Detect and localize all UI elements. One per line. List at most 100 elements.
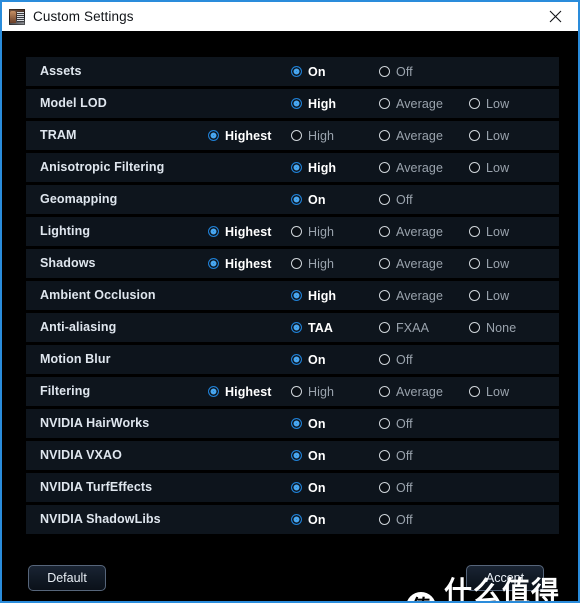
radio-option-label: Low <box>486 160 510 175</box>
radio-option[interactable]: On <box>291 409 326 438</box>
setting-row: NVIDIA TurfEffects On Off <box>26 473 559 502</box>
radio-option[interactable]: Average <box>379 249 443 278</box>
radio-option[interactable]: Low <box>469 121 509 150</box>
radio-unselected-icon <box>379 258 390 269</box>
radio-option[interactable]: Off <box>379 57 413 86</box>
setting-label: NVIDIA HairWorks <box>40 416 150 430</box>
radio-option[interactable]: Highest <box>208 377 272 406</box>
radio-option-label: FXAA <box>396 320 430 335</box>
radio-option[interactable]: High <box>291 377 334 406</box>
radio-option[interactable]: Highest <box>208 121 272 150</box>
setting-row: Model LOD High Average Low <box>26 89 559 118</box>
radio-selected-icon <box>291 66 302 77</box>
radio-unselected-icon <box>291 226 302 237</box>
radio-option[interactable]: Off <box>379 473 413 502</box>
radio-option[interactable]: High <box>291 281 336 310</box>
radio-option[interactable]: FXAA <box>379 313 429 342</box>
radio-option-label: Off <box>396 64 413 79</box>
radio-option-label: High <box>308 160 337 175</box>
radio-option[interactable]: Off <box>379 185 413 214</box>
radio-option[interactable]: High <box>291 89 336 118</box>
radio-option-label: Low <box>486 288 510 303</box>
radio-unselected-icon <box>379 386 390 397</box>
radio-selected-icon <box>208 226 219 237</box>
radio-option-label: Average <box>396 160 444 175</box>
radio-unselected-icon <box>379 194 390 205</box>
radio-selected-icon <box>291 162 302 173</box>
radio-option[interactable]: Low <box>469 281 509 310</box>
radio-option-label: On <box>308 448 326 463</box>
custom-settings-window: Custom Settings Assets On Off Model LOD High… <box>0 0 580 603</box>
radio-option-label: Off <box>396 192 413 207</box>
close-button[interactable] <box>532 2 578 31</box>
radio-option[interactable]: Off <box>379 441 413 470</box>
radio-option[interactable]: Highest <box>208 217 272 246</box>
radio-option[interactable]: High <box>291 249 334 278</box>
radio-option-label: Highest <box>225 224 272 239</box>
footer-bar: Default Accept <box>2 565 578 601</box>
radio-selected-icon <box>208 258 219 269</box>
radio-option[interactable]: Average <box>379 121 443 150</box>
radio-unselected-icon <box>469 98 480 109</box>
radio-option[interactable]: Off <box>379 505 413 534</box>
radio-option-label: Average <box>396 224 444 239</box>
radio-option[interactable]: Low <box>469 89 509 118</box>
setting-row: Lighting Highest High Average Low <box>26 217 559 246</box>
setting-row: Filtering Highest High Average Low <box>26 377 559 406</box>
radio-option-label: Off <box>396 416 413 431</box>
radio-option[interactable]: Low <box>469 377 509 406</box>
setting-row: Shadows Highest High Average Low <box>26 249 559 278</box>
radio-option-label: Low <box>486 256 510 271</box>
setting-label: NVIDIA ShadowLibs <box>40 512 161 526</box>
radio-option-label: Average <box>396 288 444 303</box>
setting-row: Motion Blur On Off <box>26 345 559 374</box>
radio-unselected-icon <box>379 482 390 493</box>
radio-option[interactable]: Off <box>379 345 413 374</box>
radio-option-label: Average <box>396 256 444 271</box>
radio-option-label: Highest <box>225 256 272 271</box>
radio-option[interactable]: High <box>291 153 336 182</box>
setting-label: Anisotropic Filtering <box>40 160 165 174</box>
radio-option-label: High <box>308 256 335 271</box>
setting-row: NVIDIA VXAO On Off <box>26 441 559 470</box>
radio-option[interactable]: Low <box>469 153 509 182</box>
accept-button[interactable]: Accept <box>466 565 544 591</box>
radio-selected-icon <box>291 98 302 109</box>
radio-unselected-icon <box>291 258 302 269</box>
radio-option[interactable]: Low <box>469 217 509 246</box>
radio-option[interactable]: On <box>291 441 326 470</box>
radio-option-label: Off <box>396 448 413 463</box>
radio-option[interactable]: Off <box>379 409 413 438</box>
radio-option[interactable]: Average <box>379 281 443 310</box>
radio-option[interactable]: Average <box>379 217 443 246</box>
radio-option[interactable]: Highest <box>208 249 272 278</box>
settings-panel: Assets On Off Model LOD High Average Low TRAM Hi… <box>2 31 578 601</box>
radio-selected-icon <box>291 514 302 525</box>
default-button[interactable]: Default <box>28 565 106 591</box>
radio-unselected-icon <box>379 66 390 77</box>
radio-option[interactable]: Low <box>469 249 509 278</box>
radio-option[interactable]: On <box>291 473 326 502</box>
radio-unselected-icon <box>469 322 480 333</box>
radio-selected-icon <box>291 290 302 301</box>
radio-option-label: Off <box>396 352 413 367</box>
radio-option[interactable]: None <box>469 313 516 342</box>
radio-option[interactable]: On <box>291 57 326 86</box>
radio-option[interactable]: On <box>291 505 326 534</box>
radio-selected-icon <box>291 482 302 493</box>
radio-option[interactable]: On <box>291 345 326 374</box>
radio-option[interactable]: On <box>291 185 326 214</box>
setting-row: Geomapping On Off <box>26 185 559 214</box>
radio-option-label: Off <box>396 480 413 495</box>
setting-label: Model LOD <box>40 96 107 110</box>
radio-option[interactable]: Average <box>379 153 443 182</box>
radio-option[interactable]: High <box>291 217 334 246</box>
radio-unselected-icon <box>469 130 480 141</box>
radio-option[interactable]: Average <box>379 377 443 406</box>
radio-option-label: Low <box>486 384 510 399</box>
radio-unselected-icon <box>379 130 390 141</box>
radio-option[interactable]: High <box>291 121 334 150</box>
radio-option[interactable]: TAA <box>291 313 333 342</box>
radio-option[interactable]: Average <box>379 89 443 118</box>
settings-list: Assets On Off Model LOD High Average Low TRAM Hi… <box>26 57 559 537</box>
